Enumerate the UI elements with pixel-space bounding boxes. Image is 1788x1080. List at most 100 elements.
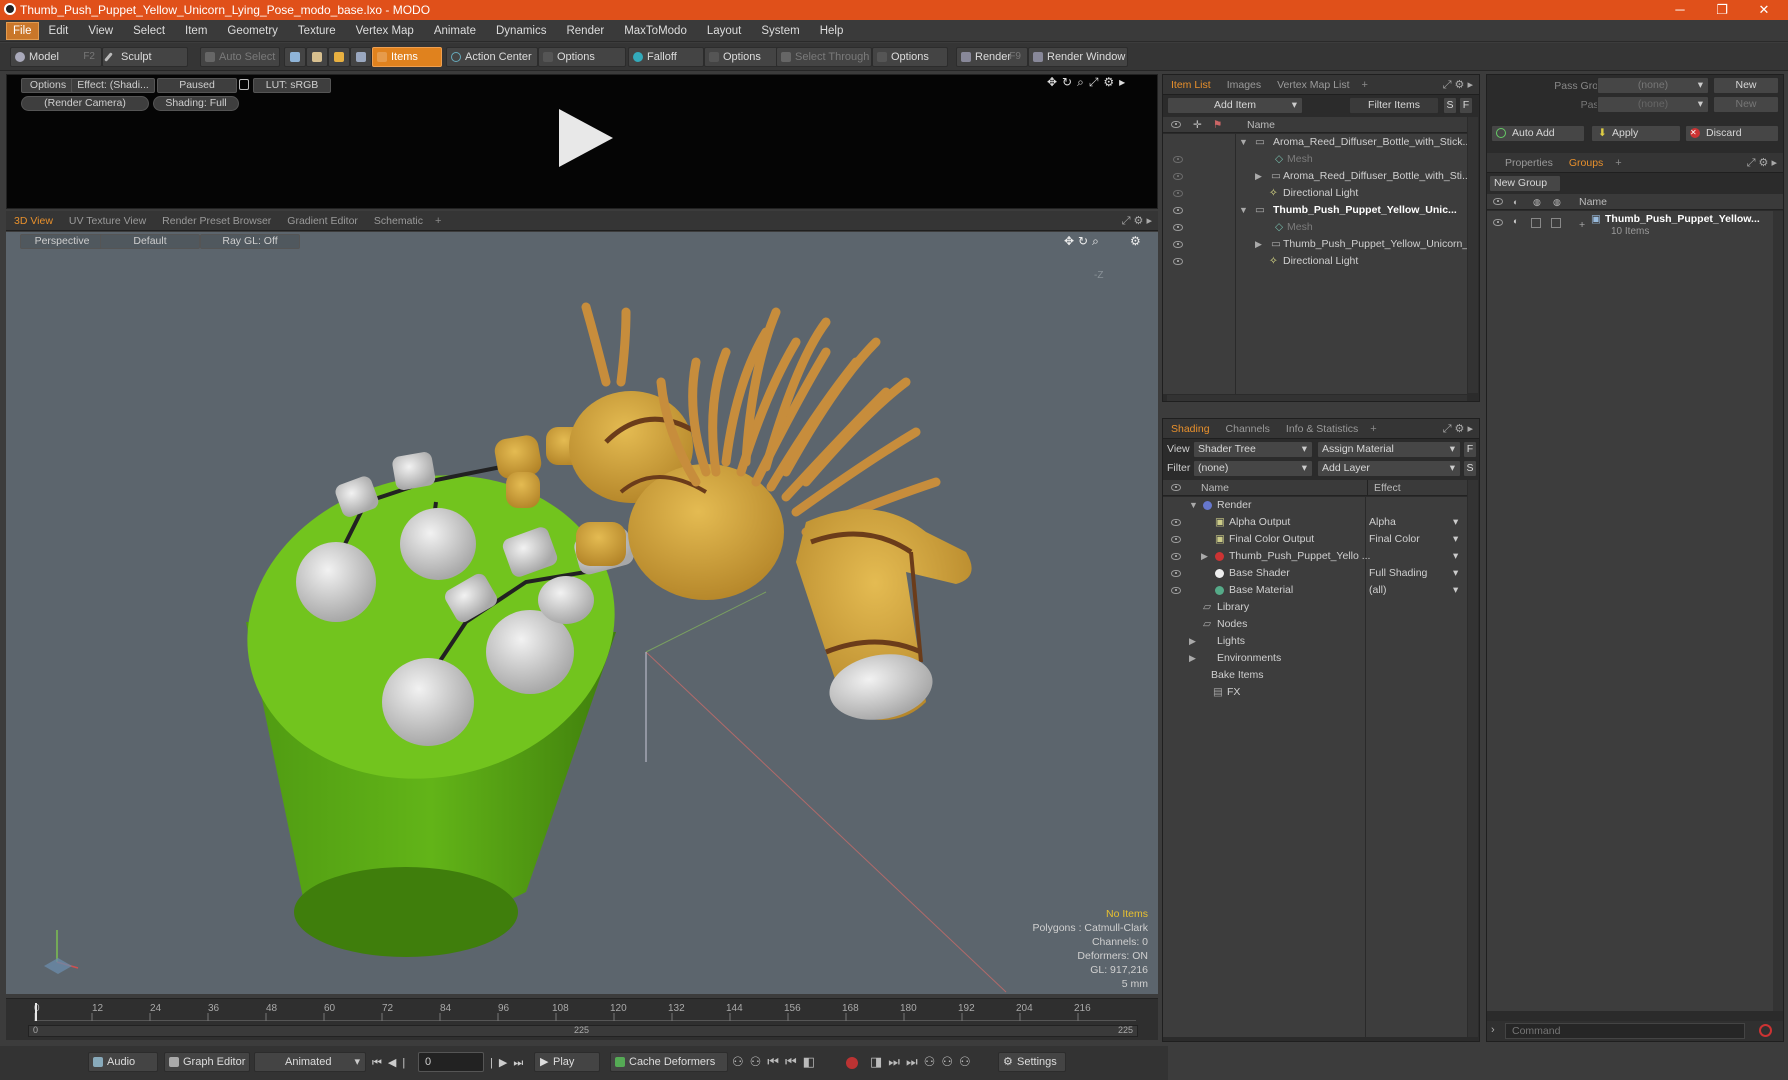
render-toggle-icon[interactable]: ◐ bbox=[1513, 213, 1518, 230]
tree-row[interactable]: ◇ Mesh bbox=[1163, 151, 1467, 168]
close-icon[interactable]: ✕ bbox=[1744, 0, 1784, 20]
auto-select-button[interactable]: Auto Select bbox=[200, 47, 280, 67]
menu-render[interactable]: Render bbox=[556, 20, 614, 42]
eye-icon[interactable] bbox=[1493, 219, 1503, 226]
action-center-button[interactable]: Action Center bbox=[446, 47, 538, 67]
play-icon[interactable] bbox=[553, 105, 617, 169]
shader-row[interactable]: ▶ Environments bbox=[1163, 650, 1467, 667]
tree-row[interactable]: ▶ ▭ Aroma_Reed_Diffuser_Bottle_with_Sti... bbox=[1163, 168, 1467, 185]
expand-right-icon[interactable]: ▶ bbox=[1255, 168, 1262, 185]
menu-maxtomodo[interactable]: MaxToModo bbox=[614, 20, 697, 42]
effect-dropdown-icon[interactable]: ▾ bbox=[1453, 582, 1458, 599]
tab-gradient-editor[interactable]: Gradient Editor bbox=[279, 211, 366, 231]
eye-icon[interactable] bbox=[1171, 553, 1181, 560]
preview-lut-button[interactable]: LUT: sRGB bbox=[253, 78, 331, 93]
skip-forward-icons[interactable]: |▶⏭ bbox=[490, 1056, 529, 1070]
shader-row[interactable]: ▶ Thumb_Push_Puppet_Yello ... ▾ bbox=[1163, 548, 1467, 565]
tab-vertex-map-list[interactable]: Vertex Map List bbox=[1269, 75, 1357, 95]
new-pass-group-button[interactable]: New bbox=[1713, 77, 1779, 94]
shader-row[interactable]: ▱ Nodes bbox=[1163, 616, 1467, 633]
item-list-vscrollbar[interactable] bbox=[1468, 117, 1478, 393]
select-through-options-button[interactable]: Options bbox=[872, 47, 948, 67]
shader-effect[interactable]: Alpha bbox=[1369, 514, 1463, 531]
render-window-button[interactable]: Render Window bbox=[1028, 47, 1128, 67]
menu-item[interactable]: Item bbox=[175, 20, 217, 42]
add-tab-icon[interactable]: + bbox=[1611, 157, 1625, 169]
add-layer-dropdown[interactable]: Add Layer bbox=[1317, 460, 1461, 477]
shader-row[interactable]: ▶ Lights bbox=[1163, 633, 1467, 650]
shader-vscrollbar[interactable] bbox=[1468, 480, 1478, 1037]
tab-render-preset-browser[interactable]: Render Preset Browser bbox=[154, 211, 279, 231]
record-key-icon[interactable] bbox=[846, 1057, 858, 1069]
menu-edit[interactable]: Edit bbox=[39, 20, 79, 42]
expand-right-icon[interactable]: ▶ bbox=[1255, 236, 1262, 253]
select-through-button[interactable]: Select Through bbox=[776, 47, 872, 67]
tab-uv-texture-view[interactable]: UV Texture View bbox=[61, 211, 154, 231]
timeline-ruler[interactable]: 0 12 24 36 48 60 72 84 96 108 120 132 14… bbox=[34, 1003, 1136, 1021]
shader-row[interactable]: ▤ FX bbox=[1163, 684, 1467, 701]
polygons-mode-button[interactable] bbox=[328, 47, 350, 67]
sculpt-mode-button[interactable]: Sculpt bbox=[102, 47, 188, 67]
eye-icon[interactable] bbox=[1173, 156, 1183, 163]
group-row[interactable]: ◐ + ▣ Thumb_Push_Puppet_Yellow... 10 Ite… bbox=[1487, 211, 1783, 239]
expand-down-icon[interactable]: ▼ bbox=[1239, 134, 1248, 151]
falloff-button[interactable]: Falloff bbox=[628, 47, 704, 67]
key-nav-icons[interactable]: ◨⏭⏭⚇⚇⚇ bbox=[870, 1054, 977, 1070]
settings-button[interactable]: ⚙ Settings bbox=[998, 1052, 1066, 1072]
viewport-panel-icons[interactable]: ⤢ ⚙ ▸ bbox=[1122, 214, 1152, 228]
effect-dropdown-icon[interactable]: ▾ bbox=[1453, 514, 1458, 531]
preview-paused-button[interactable]: Paused bbox=[157, 78, 237, 93]
shader-row[interactable]: Base Material (all) ▾ bbox=[1163, 582, 1467, 599]
menu-layout[interactable]: Layout bbox=[697, 20, 752, 42]
eye-icon[interactable] bbox=[1173, 241, 1183, 248]
passes-dropdown[interactable]: (none) bbox=[1597, 96, 1709, 113]
select-checkbox[interactable] bbox=[1551, 218, 1561, 228]
filter-s-button[interactable]: S bbox=[1443, 97, 1457, 114]
tree-row[interactable]: ▼ ▭ Thumb_Push_Puppet_Yellow_Unic... bbox=[1163, 202, 1467, 219]
eye-icon[interactable] bbox=[1173, 173, 1183, 180]
current-frame-input[interactable]: 0 bbox=[418, 1052, 484, 1072]
filter-items-input[interactable]: Filter Items bbox=[1349, 97, 1439, 114]
preview-options-button[interactable]: Options bbox=[21, 78, 75, 93]
discard-button[interactable]: ✕ Discard bbox=[1685, 125, 1779, 142]
item-list-hscrollbar[interactable] bbox=[1167, 395, 1467, 401]
preview-effect-button[interactable]: Effect: (Shadi... bbox=[71, 78, 155, 93]
menu-view[interactable]: View bbox=[78, 20, 123, 42]
shader-row[interactable]: ▣ Final Color Output Final Color ▾ bbox=[1163, 531, 1467, 548]
eye-icon[interactable] bbox=[1173, 207, 1183, 214]
tree-row[interactable]: ◇ Mesh bbox=[1163, 219, 1467, 236]
tab-3d-view[interactable]: 3D View bbox=[6, 211, 61, 231]
render-button[interactable]: Render F9 bbox=[956, 47, 1028, 67]
command-history-icon[interactable] bbox=[1759, 1024, 1772, 1037]
shader-row[interactable]: Base Shader Full Shading ▾ bbox=[1163, 565, 1467, 582]
effect-dropdown-icon[interactable]: ▾ bbox=[1453, 531, 1458, 548]
menu-help[interactable]: Help bbox=[810, 20, 854, 42]
render-preview[interactable]: Options Effect: (Shadi... Paused LUT: sR… bbox=[6, 74, 1158, 209]
eye-icon[interactable] bbox=[1173, 224, 1183, 231]
audio-button[interactable]: Audio bbox=[88, 1052, 158, 1072]
skip-back-icons[interactable]: ⏮◀| bbox=[372, 1056, 411, 1070]
groups-vscrollbar[interactable] bbox=[1773, 211, 1783, 1011]
menu-system[interactable]: System bbox=[751, 20, 809, 42]
menu-animate[interactable]: Animate bbox=[424, 20, 486, 42]
timeline[interactable]: 0 12 24 36 48 60 72 84 96 108 120 132 14… bbox=[6, 998, 1158, 1040]
expand-plus-icon[interactable]: + bbox=[1579, 217, 1585, 234]
auto-add-button[interactable]: Auto Add bbox=[1491, 125, 1585, 142]
shading-f-button[interactable]: F bbox=[1463, 441, 1477, 458]
filter-dropdown[interactable]: (none) bbox=[1193, 460, 1313, 477]
tree-row[interactable]: ✧ Directional Light bbox=[1163, 253, 1467, 270]
view-dropdown[interactable]: Shader Tree bbox=[1193, 441, 1313, 458]
tree-row[interactable]: ✧ Directional Light bbox=[1163, 185, 1467, 202]
restore-icon[interactable]: ❐ bbox=[1702, 0, 1742, 20]
shader-row[interactable]: Bake Items bbox=[1163, 667, 1467, 684]
lock-icon[interactable] bbox=[239, 79, 249, 90]
assign-material-dropdown[interactable]: Assign Material bbox=[1317, 441, 1461, 458]
viewport-3d[interactable]: Perspective Default Ray GL: Off ✥↻⌕ ⚙ -Z bbox=[6, 232, 1158, 994]
tab-channels[interactable]: Channels bbox=[1218, 419, 1278, 439]
tree-row[interactable]: ▼ ▭ Aroma_Reed_Diffuser_Bottle_with_Stick.… bbox=[1163, 134, 1467, 151]
shader-row[interactable]: ▼ Render bbox=[1163, 497, 1467, 514]
apply-button[interactable]: ⬇ Apply bbox=[1591, 125, 1681, 142]
cache-deformers-button[interactable]: Cache Deformers bbox=[610, 1052, 728, 1072]
tab-groups[interactable]: Groups bbox=[1561, 153, 1611, 173]
panel-options-icons[interactable]: ⤢ ⚙ ▸ bbox=[1443, 78, 1473, 92]
